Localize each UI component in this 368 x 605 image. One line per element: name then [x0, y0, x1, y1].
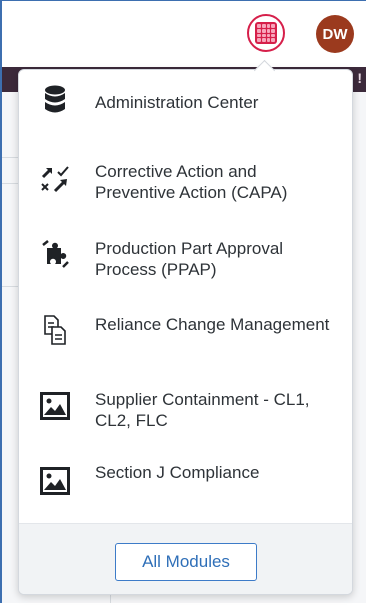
menu-item-label: Section J Compliance	[95, 463, 260, 482]
menu-item-label: Corrective Action and Preventive Action …	[95, 162, 288, 202]
puzzle-piece-icon	[39, 238, 71, 270]
menu-item-reliance-change-management[interactable]: Reliance Change Management	[19, 305, 352, 365]
image-icon	[39, 465, 71, 497]
menu-item-capa[interactable]: Corrective Action and Preventive Action …	[19, 152, 352, 212]
document-copy-icon	[39, 314, 71, 346]
menu-item-section-j-compliance[interactable]: Section J Compliance	[19, 455, 352, 515]
banner-text: !	[357, 70, 362, 86]
menu-item-label: Supplier Containment - CL1, CL2, FLC	[95, 390, 310, 430]
menu-item-label: Administration Center	[95, 93, 259, 112]
database-icon	[39, 84, 71, 116]
check-x-arrows-icon	[39, 164, 71, 196]
background-divider	[2, 286, 18, 287]
image-icon	[39, 390, 71, 422]
menu-item-supplier-containment[interactable]: Supplier Containment - CL1, CL2, FLC	[19, 380, 352, 440]
grid-icon	[255, 22, 277, 44]
menu-item-administration-center[interactable]: Administration Center	[19, 76, 352, 136]
all-modules-button[interactable]: All Modules	[115, 543, 257, 581]
background-divider	[2, 157, 18, 158]
modules-menu: Administration Center Corrective Action …	[18, 69, 353, 595]
menu-item-ppap[interactable]: Production Part Approval Process (PPAP)	[19, 229, 352, 289]
menu-item-label: Reliance Change Management	[95, 315, 330, 334]
app-launcher-button[interactable]	[247, 14, 285, 52]
background-divider	[2, 183, 18, 184]
user-avatar[interactable]: DW	[316, 15, 354, 53]
top-bar	[2, 1, 366, 67]
menu-item-label: Production Part Approval Process (PPAP)	[95, 239, 284, 279]
menu-footer: All Modules	[19, 523, 352, 594]
